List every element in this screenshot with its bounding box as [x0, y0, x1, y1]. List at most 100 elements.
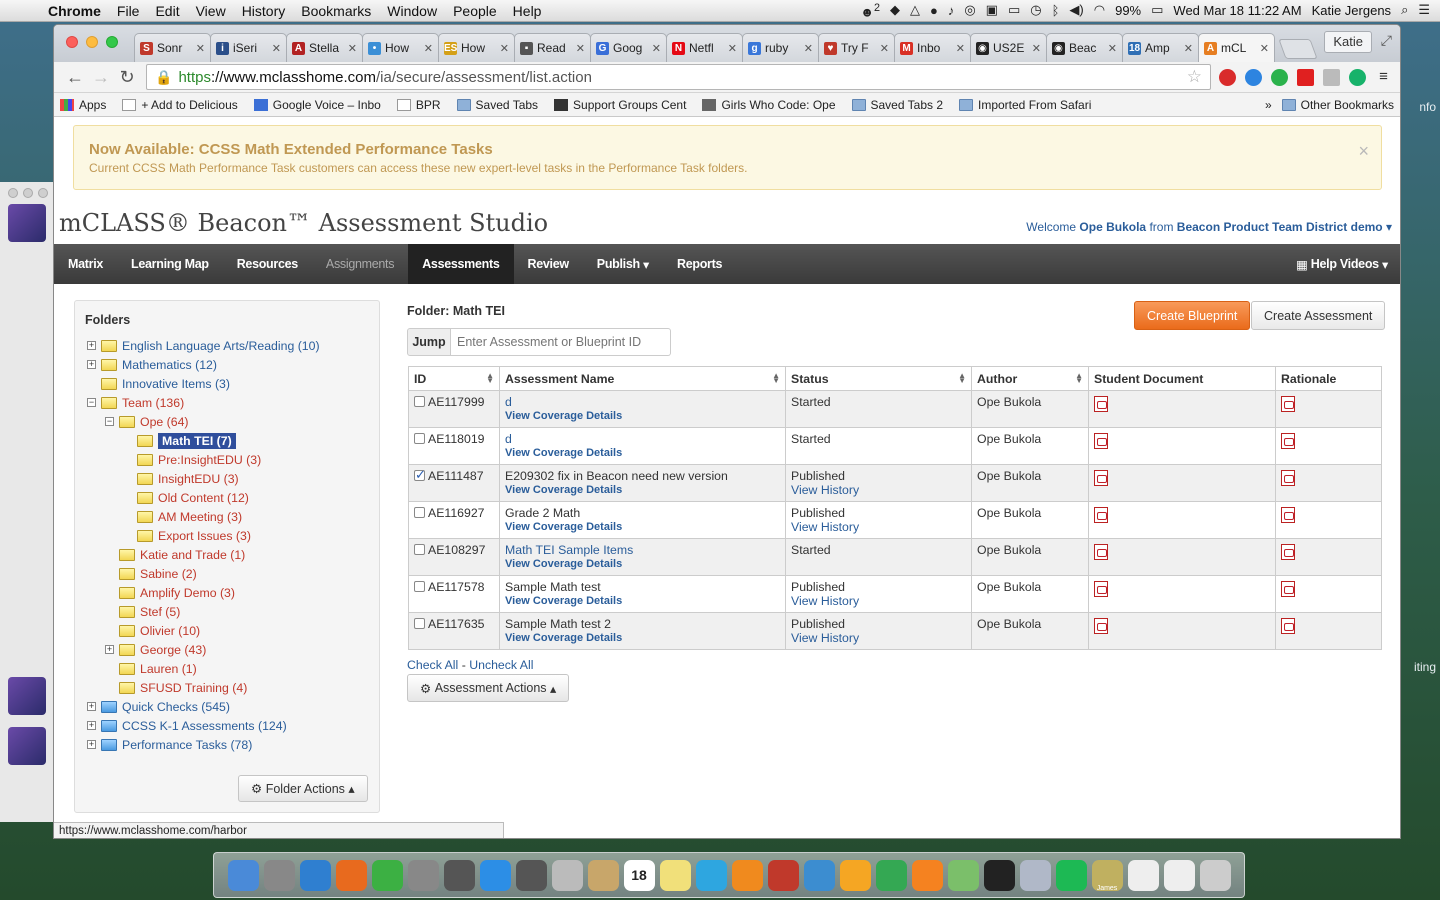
folder-tree-item[interactable]: Lauren (1) [105, 659, 197, 678]
photos-icon[interactable] [1019, 859, 1051, 891]
user-name[interactable]: Katie Jergens [1312, 3, 1392, 18]
tab-close-icon[interactable]: ✕ [1260, 42, 1269, 55]
tab-close-icon[interactable]: ✕ [1108, 42, 1117, 55]
browser-tab[interactable]: ♥ Try F ✕ [818, 33, 895, 62]
itunes-icon[interactable] [695, 859, 727, 891]
uncheck-all-link[interactable]: Uncheck All [469, 658, 533, 672]
menu-file[interactable]: File [109, 3, 148, 19]
pdf-icon[interactable] [1281, 544, 1295, 560]
photo-booth-icon[interactable] [767, 859, 799, 891]
tab-close-icon[interactable]: ✕ [956, 42, 965, 55]
sublime-icon[interactable] [911, 859, 943, 891]
jump-input[interactable] [451, 328, 671, 356]
nav-learning-map[interactable]: Learning Map [117, 244, 223, 284]
tab-close-icon[interactable]: ✕ [500, 42, 509, 55]
spotlight-search-icon[interactable]: ⌕ [1401, 2, 1408, 18]
time-machine-icon[interactable]: ◷ [1030, 2, 1041, 18]
zoom-window-icon[interactable] [106, 36, 118, 48]
tab-close-icon[interactable]: ✕ [348, 42, 357, 55]
pdf-icon[interactable] [1094, 433, 1108, 449]
calculator-icon[interactable] [551, 859, 583, 891]
menu-edit[interactable]: Edit [147, 3, 187, 19]
menu-window[interactable]: Window [379, 3, 445, 19]
safari-icon[interactable] [299, 859, 331, 891]
notes-icon[interactable] [659, 859, 691, 891]
volume-icon[interactable]: ◀) [1069, 2, 1083, 18]
tab-close-icon[interactable]: ✕ [804, 42, 813, 55]
preview-icon[interactable] [803, 859, 835, 891]
document-icon[interactable] [1163, 859, 1195, 891]
row-checkbox[interactable] [414, 618, 425, 629]
firefox-icon[interactable] [335, 859, 367, 891]
profile-button[interactable]: Katie [1324, 31, 1372, 53]
close-icon[interactable]: × [1358, 141, 1369, 162]
create-assessment-button[interactable]: Create Assessment [1251, 301, 1386, 330]
pdf-icon[interactable] [1281, 618, 1295, 634]
tab-close-icon[interactable]: ✕ [652, 42, 661, 55]
adblock-extension-icon[interactable] [1219, 68, 1236, 86]
folder-tree-item[interactable]: AM Meeting (3) [123, 507, 242, 526]
folder-tree-item[interactable]: Math TEI (7) [123, 431, 236, 450]
view-coverage-link[interactable]: View Coverage Details [505, 521, 780, 533]
expand-toggle-icon[interactable]: + [87, 341, 96, 350]
bookmark-apps[interactable]: Apps [60, 98, 106, 112]
expand-toggle-icon[interactable]: − [105, 417, 114, 426]
view-coverage-link[interactable]: View Coverage Details [505, 484, 780, 496]
messenger-icon[interactable]: James Cu [1091, 859, 1123, 891]
pdf-icon[interactable] [1281, 433, 1295, 449]
create-blueprint-button[interactable]: Create Blueprint [1134, 301, 1251, 330]
bookmark-other-bookmarks[interactable]: Other Bookmarks [1281, 98, 1394, 112]
folder-tree-item[interactable]: + Mathematics (12) [87, 355, 217, 374]
folder-tree-item[interactable]: Katie and Trade (1) [105, 545, 245, 564]
row-checkbox[interactable] [414, 581, 425, 592]
assessment-actions-button[interactable]: ⚙ Assessment Actions ▴ [407, 674, 570, 702]
display-status-icon[interactable]: ▭ [1008, 2, 1020, 18]
folder-tree-item[interactable]: Old Content (12) [123, 488, 249, 507]
finder-icon[interactable] [227, 859, 259, 891]
expand-toggle-icon[interactable]: + [87, 740, 96, 749]
expand-toggle-icon[interactable]: + [87, 360, 96, 369]
expand-toggle-icon[interactable]: + [87, 702, 96, 711]
browser-tab[interactable]: ▪ Read ✕ [514, 33, 591, 62]
ibooks-icon[interactable] [731, 859, 763, 891]
tab-close-icon[interactable]: ✕ [576, 42, 585, 55]
clock[interactable]: Wed Mar 18 11:22 AM [1173, 3, 1301, 18]
bookmark-imported-from-safari[interactable]: Imported From Safari [959, 98, 1091, 112]
row-checkbox[interactable] [414, 507, 425, 518]
photo-app-icon[interactable] [443, 859, 475, 891]
nav-reports[interactable]: Reports [663, 244, 736, 284]
expand-toggle-icon[interactable]: + [87, 721, 96, 730]
screen-status-icon[interactable]: ▣ [986, 2, 998, 18]
row-checkbox[interactable] [414, 396, 425, 407]
folder-tree-item[interactable]: Olivier (10) [105, 621, 200, 640]
folder-tree-item[interactable]: Innovative Items (3) [87, 374, 230, 393]
launchpad-icon[interactable] [263, 859, 295, 891]
notification-badge-icon[interactable]: ☻2 [860, 2, 880, 19]
folder-tree-item[interactable]: − Ope (64) [105, 412, 189, 431]
bluetooth-icon[interactable]: ᛒ [1052, 3, 1060, 18]
bookmark-bpr[interactable]: BPR [396, 98, 441, 112]
sync-status-icon[interactable]: ◎ [964, 2, 975, 18]
folder-tree-item[interactable]: Sabine (2) [105, 564, 197, 583]
forward-arrow-icon[interactable]: → [88, 67, 114, 88]
chrome-menu-icon[interactable]: ≡ [1375, 68, 1392, 86]
battery-icon[interactable]: ▭ [1151, 2, 1163, 18]
spotify-icon[interactable] [1055, 859, 1087, 891]
assessment-name[interactable]: d [505, 395, 512, 409]
bell-icon[interactable]: ♪ [948, 3, 955, 18]
view-coverage-link[interactable]: View Coverage Details [505, 595, 780, 607]
pdf-icon[interactable] [1094, 618, 1108, 634]
app-store-icon[interactable] [479, 859, 511, 891]
browser-tab[interactable]: ◉ US2E ✕ [970, 33, 1047, 62]
col-author-header[interactable]: Author ▲ ▼ [971, 366, 1089, 391]
folder-tree-item[interactable]: + CCSS K-1 Assessments (124) [87, 716, 287, 735]
bookmark-saved-tabs-2[interactable]: Saved Tabs 2 [851, 98, 943, 112]
close-window-icon[interactable] [66, 36, 78, 48]
tab-close-icon[interactable]: ✕ [196, 42, 205, 55]
view-history-link[interactable]: View History [791, 631, 966, 645]
bookmark-support-groups[interactable]: Support Groups Cent [554, 98, 686, 112]
folder-tree-item[interactable]: SFUSD Training (4) [105, 678, 247, 697]
reload-icon[interactable]: ↻ [114, 67, 140, 88]
bookmark-saved-tabs[interactable]: Saved Tabs [456, 98, 538, 112]
document-icon[interactable] [1127, 859, 1159, 891]
